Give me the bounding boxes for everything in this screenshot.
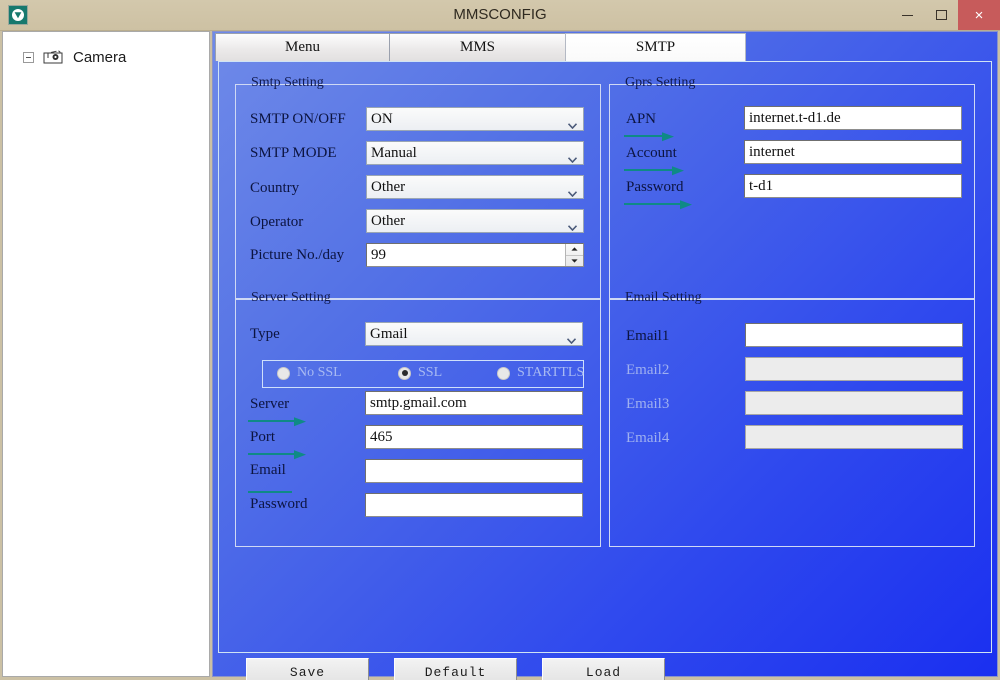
label-country: Country [250,180,300,196]
label-operator: Operator [250,214,304,230]
title-bar: MMSCONFIG × [0,0,1000,31]
radio-starttls-label: STARTTLS [517,365,585,380]
default-button[interactable]: Default [394,658,517,680]
tab-strip: Menu MMS SMTP [215,33,997,61]
group-server-setting-title: Server Setting [251,290,331,305]
select-server-type[interactable]: Gmail [365,322,583,346]
main-content: Menu MMS SMTP Smtp Setting SMTP ON/OFF S… [212,31,998,680]
tab-mms-label: MMS [459,39,496,55]
tab-smtp[interactable]: SMTP [565,33,746,61]
sidebar-item-camera[interactable]: Camera [23,45,126,69]
group-smtp-setting-title: Smtp Setting [251,75,324,90]
stepper-down-icon[interactable] [566,254,583,267]
tree-collapse-icon[interactable] [23,51,34,63]
radio-starttls[interactable]: STARTTLS [497,365,584,381]
select-smtp-mode[interactable]: Manual [366,141,584,165]
input-apn[interactable] [744,106,962,130]
radio-starttls-dot [497,366,510,380]
radio-no-ssl[interactable]: No SSL [277,365,342,381]
button-bar: Save Default Load [218,655,992,680]
camera-icon [43,49,65,65]
maximize-button[interactable] [924,0,958,30]
label-email2: Email2 [626,362,670,378]
input-account[interactable] [744,140,962,164]
label-server-email: Email [250,462,286,478]
maximize-icon [935,10,947,20]
input-email4[interactable] [745,425,963,449]
input-gprs-password[interactable] [744,174,962,198]
input-port[interactable] [365,425,583,449]
app-window: MMSCONFIG × Camera Menu MMS SMTP Smtp Se… [0,0,1000,680]
radio-ssl-label: SSL [418,365,443,380]
input-email3[interactable] [745,391,963,415]
input-server-password[interactable] [365,493,583,517]
group-email-setting-title: Email Setting [625,290,702,305]
tab-smtp-label: SMTP [635,39,676,55]
group-smtp-setting: Smtp Setting SMTP ON/OFF SMTP MODE Count… [235,75,601,299]
label-account: Account [626,145,677,161]
sidebar-item-label: Camera [73,48,127,66]
radio-no-ssl-label: No SSL [297,365,342,380]
label-smtp-onoff: SMTP ON/OFF [250,111,346,127]
label-type: Type [250,326,280,342]
load-button-label: Load [585,665,622,680]
label-picture-no: Picture No./day [250,247,345,263]
group-gprs-setting-title: Gprs Setting [625,75,696,90]
tab-mms[interactable]: MMS [389,33,566,61]
tab-page-smtp: Smtp Setting SMTP ON/OFF SMTP MODE Count… [218,61,992,653]
label-server: Server [250,396,290,412]
stepper-up-icon[interactable] [566,244,583,255]
load-button[interactable]: Load [542,658,665,680]
default-button-label: Default [424,665,487,680]
label-port: Port [250,429,276,445]
ssl-mode-radio-group: No SSL SSL STARTTLS [262,360,584,388]
close-icon: × [974,6,984,24]
input-email1[interactable] [745,323,963,347]
minimize-button[interactable] [890,0,924,30]
tab-menu[interactable]: Menu [215,33,390,61]
input-picture-no-per-day[interactable] [366,243,584,267]
save-button-label: Save [289,665,326,680]
group-server-setting: Server Setting Type Gmail No SSL SSL STA… [235,290,601,547]
window-title: MMSCONFIG [453,6,547,23]
label-email3: Email3 [626,396,670,412]
label-smtp-mode: SMTP MODE [250,145,337,161]
label-gprs-password: Password [626,179,684,195]
radio-ssl-dot [398,366,411,380]
sidebar-tree-panel: Camera [2,31,210,677]
select-operator[interactable]: Other [366,209,584,233]
tab-menu-label: Menu [285,39,320,55]
close-button[interactable]: × [958,0,1000,30]
label-email4: Email4 [626,430,670,446]
select-smtp-onoff[interactable]: ON [366,107,584,131]
label-server-password: Password [250,496,308,512]
group-email-setting: Email Setting Email1 Email2 Email3 Email… [609,290,975,547]
label-apn: APN [626,111,657,127]
group-gprs-setting: Gprs Setting APN Account Password [609,75,975,299]
radio-ssl[interactable]: SSL [398,365,442,381]
save-button[interactable]: Save [246,658,369,680]
gprs-password-arrow-annotation-icon [624,199,694,217]
input-server-email[interactable] [365,459,583,483]
select-country[interactable]: Other [366,175,584,199]
radio-no-ssl-dot [277,366,290,380]
input-server[interactable] [365,391,583,415]
picture-no-stepper[interactable] [565,244,583,266]
minimize-icon [901,14,913,16]
input-email2[interactable] [745,357,963,381]
label-email1: Email1 [626,328,670,344]
